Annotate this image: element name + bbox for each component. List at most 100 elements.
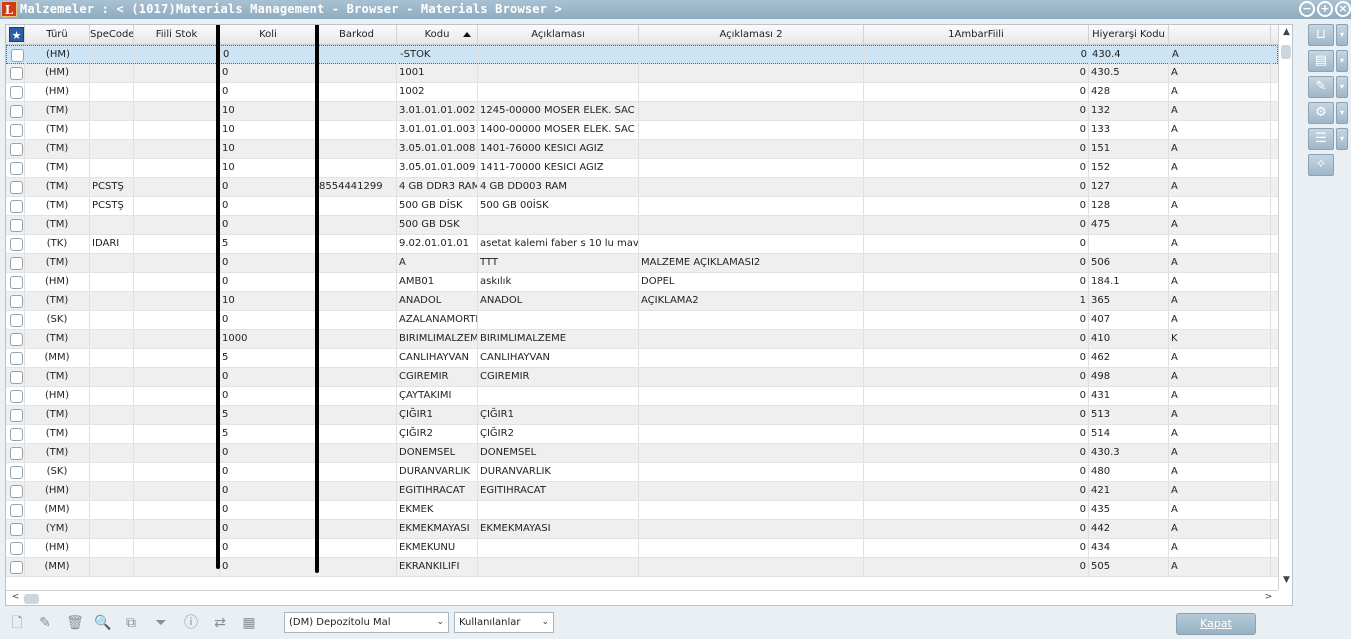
document-icon[interactable]: ▤	[1308, 50, 1334, 72]
basket-icon[interactable]: ⊔	[1308, 24, 1334, 46]
filter-icon[interactable]: ⏷	[152, 614, 170, 632]
row-checkbox[interactable]	[10, 143, 23, 156]
header-warehouse1-actual-column[interactable]: 1AmbarFiili	[864, 25, 1089, 45]
table-row[interactable]: (HM) 0 EKMEKUNU 0 434 A	[6, 539, 1278, 558]
table-row[interactable]: (TM) 5 ÇIĞIR2 ÇIĞIR2 0 514 A	[6, 425, 1278, 444]
row-checkbox[interactable]	[10, 447, 23, 460]
maximize-icon[interactable]: +	[1317, 1, 1333, 17]
vertical-scrollbar[interactable]: ▲ ▼	[1278, 25, 1292, 590]
table-row[interactable]: (SK)0AZALANAMORTISMAN0407A	[6, 311, 1278, 330]
row-checkbox[interactable]	[10, 181, 23, 194]
grid-icon[interactable]: ▦	[240, 614, 258, 632]
header-package-column[interactable]: Koli	[220, 25, 317, 45]
chevron-down-icon[interactable]: ▾	[1336, 76, 1348, 98]
row-checkbox[interactable]	[10, 504, 23, 517]
horizontal-scrollbar[interactable]: < >	[6, 590, 1278, 605]
materials-grid[interactable]: TürüSpeCode2Fiili StokKoliBarkodKoduAçık…	[5, 24, 1293, 606]
table-row[interactable]: (HM) 0 -STOK 0 430.4 A	[6, 45, 1278, 64]
copy-icon[interactable]: ⧉	[122, 614, 140, 632]
row-checkbox[interactable]	[10, 485, 23, 498]
row-checkbox[interactable]	[11, 49, 24, 62]
magic-wand-icon[interactable]: ✧	[1308, 154, 1334, 176]
header-hierarchy-code-column[interactable]: Hiyerarşi Kodu	[1089, 25, 1169, 45]
star-column-chooser-icon[interactable]: ★	[9, 27, 24, 42]
table-row[interactable]: (TM) 10 3.01.01.01.003 1400-00000 MOSER ELE…	[6, 121, 1278, 140]
header-description2-column[interactable]: Açıklaması 2	[639, 25, 864, 45]
table-row[interactable]: (TM) 10 3.05.01.01.009 1411-70000 KESICI AG…	[6, 159, 1278, 178]
chevron-down-icon[interactable]: ▾	[1336, 102, 1348, 124]
row-checkbox[interactable]	[10, 200, 23, 213]
chevron-down-icon[interactable]: ▾	[1336, 24, 1348, 46]
row-checkbox[interactable]	[10, 352, 23, 365]
scroll-left-icon[interactable]: <	[8, 592, 23, 602]
tools-icon[interactable]: ⚙	[1308, 102, 1334, 124]
scroll-right-icon[interactable]: >	[1261, 592, 1276, 602]
row-checkbox[interactable]	[10, 371, 23, 384]
header-specode2-column[interactable]: SpeCode2	[90, 25, 134, 45]
row-checkbox[interactable]	[10, 409, 23, 422]
close-button[interactable]: Kapat	[1176, 613, 1256, 635]
table-row[interactable]: (TM) PCSTŞ 0 8554441299 4 GB DDR3 RAM 4 GB DD…	[6, 178, 1278, 197]
scroll-up-icon[interactable]: ▲	[1279, 27, 1292, 37]
table-row[interactable]: (TM) 10 3.05.01.01.008 1401-76000 KESICI AG…	[6, 140, 1278, 159]
table-row[interactable]: (TM) 0 A TTT MALZEME AÇIKLAMASI2 0 506 A	[6, 254, 1278, 273]
row-checkbox[interactable]	[10, 105, 23, 118]
row-checkbox[interactable]	[10, 67, 23, 80]
table-row[interactable]: (TM) 5 ÇIĞIR1 ÇIĞIR1 0 513 A	[6, 406, 1278, 425]
table-row[interactable]: (TM) 0 500 GB DSK 0 475 A	[6, 216, 1278, 235]
row-checkbox[interactable]	[10, 219, 23, 232]
scroll-down-icon[interactable]: ▼	[1279, 575, 1292, 585]
row-checkbox[interactable]	[10, 333, 23, 346]
table-row[interactable]: (TM) 0 CGIREMIR CGIREMIR 0 498 A	[6, 368, 1278, 387]
table-row[interactable]: (MM) 0 EKMEK 0 435 A	[6, 501, 1278, 520]
row-checkbox[interactable]	[10, 295, 23, 308]
table-row[interactable]: (MM) 5 CANLIHAYVAN CANLIHAYVAN 0 462 A	[6, 349, 1278, 368]
row-checkbox[interactable]	[10, 257, 23, 270]
table-row[interactable]: (HM) 0 AMB01 askılık DOPEL 0 184.1 A	[6, 273, 1278, 292]
row-checkbox[interactable]	[10, 276, 23, 289]
row-checkbox[interactable]	[10, 390, 23, 403]
row-checkbox[interactable]	[10, 523, 23, 536]
chevron-down-icon[interactable]: ▾	[1336, 128, 1348, 150]
edit-icon[interactable]: ✎	[36, 614, 54, 632]
table-row[interactable]: (TM) 1000 BIRIMLIMALZEME BIRIMLIMALZEME 0 410…	[6, 330, 1278, 349]
table-row[interactable]: (HM) 0 EGITIHRACAT EGITIHRACAT 0 421 A	[6, 482, 1278, 501]
table-row[interactable]: (TM) 10 ANADOL ANADOL AÇIKLAMA2 1 365 A	[6, 292, 1278, 311]
close-icon[interactable]: ×	[1335, 1, 1351, 17]
table-row[interactable]: (TK) IDARI 5 9.02.01.01.01 asetat kalemi fab…	[6, 235, 1278, 254]
table-row[interactable]: (YM) 0 EKMEKMAYASI EKMEKMAYASI 0 442 A	[6, 520, 1278, 539]
table-row[interactable]: (HM) 0 ÇAYTAKIMI 0 431 A	[6, 387, 1278, 406]
delete-icon[interactable]: 🗑	[66, 614, 84, 632]
list-icon[interactable]: ☰	[1308, 128, 1334, 150]
header-actual-stock-column[interactable]: Fiili Stok	[134, 25, 220, 45]
examine-icon[interactable]: 🔍	[94, 614, 112, 632]
table-row[interactable]: (TM) PCSTŞ 0 500 GB DİSK 500 GB 00İSK 0 128 A	[6, 197, 1278, 216]
chevron-down-icon[interactable]: ▾	[1336, 50, 1348, 72]
table-row[interactable]: (HM) 0 1001 0 430.5 A	[6, 64, 1278, 83]
row-checkbox[interactable]	[10, 466, 23, 479]
header-extra-column[interactable]	[1169, 25, 1271, 45]
row-checkbox[interactable]	[10, 428, 23, 441]
transfer-icon[interactable]: ⇄	[211, 614, 229, 632]
minimize-icon[interactable]: −	[1299, 1, 1315, 17]
table-row[interactable]: (SK) 0 DURANVARLIK DURANVARLIK 0 480 A	[6, 463, 1278, 482]
row-checkbox[interactable]	[10, 162, 23, 175]
vertical-scroll-thumb[interactable]	[1281, 45, 1291, 59]
table-row[interactable]: (TM) 0 DONEMSEL DONEMSEL 0 430.3 A	[6, 444, 1278, 463]
header-type-column[interactable]: Türü	[25, 25, 90, 45]
material-type-select[interactable]: (DM) Depozitolu Mal ⌄	[284, 612, 449, 633]
horizontal-scroll-thumb[interactable]	[24, 594, 39, 604]
row-checkbox[interactable]	[10, 561, 23, 574]
header-description-column[interactable]: Açıklaması	[478, 25, 639, 45]
row-checkbox[interactable]	[10, 238, 23, 251]
row-checkbox[interactable]	[10, 314, 23, 327]
table-row[interactable]: (MM) 0 EKRANKILIFI 0 505 A	[6, 558, 1278, 577]
header-code-column[interactable]: Kodu	[397, 25, 478, 45]
usage-filter-select[interactable]: Kullanılanlar ⌄	[454, 612, 554, 633]
new-icon[interactable]: 🗋	[8, 614, 26, 632]
row-checkbox[interactable]	[10, 124, 23, 137]
row-checkbox[interactable]	[10, 86, 23, 99]
table-row[interactable]: (TM) 10 3.01.01.01.002 1245-00000 MOSER ELE…	[6, 102, 1278, 121]
table-row[interactable]: (HM) 0 1002 0 428 A	[6, 83, 1278, 102]
edit-document-icon[interactable]: ✎	[1308, 76, 1334, 98]
